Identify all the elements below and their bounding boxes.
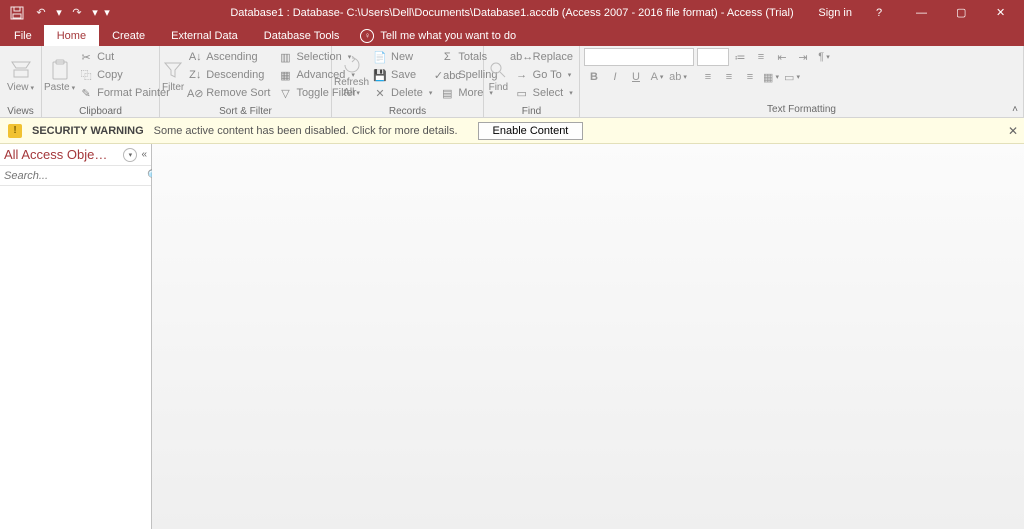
tab-external-data[interactable]: External Data	[158, 25, 251, 46]
sort-desc-icon: Z↓	[188, 68, 202, 82]
goto-button[interactable]: →Go To	[511, 66, 577, 84]
scissors-icon: ✂	[79, 50, 93, 64]
group-views-label: Views	[0, 106, 41, 118]
indent-inc-button[interactable]: ⇥	[793, 48, 813, 66]
gridlines-button[interactable]: ▦	[761, 68, 781, 86]
collapse-ribbon-button[interactable]: ˄	[1010, 102, 1020, 117]
sort-asc-icon: A↓	[188, 50, 202, 64]
group-find-label: Find	[484, 106, 579, 118]
funnel-icon	[162, 59, 184, 81]
tab-create[interactable]: Create	[99, 25, 158, 46]
refresh-icon	[341, 54, 363, 76]
align-left-button[interactable]: ≡	[698, 68, 718, 86]
security-warning-text[interactable]: Some active content has been disabled. C…	[154, 125, 458, 137]
bullets-button[interactable]: ≔	[730, 48, 750, 66]
replace-icon: ab↔	[515, 50, 529, 64]
redo-button[interactable]: ↷	[66, 2, 88, 24]
navpane-collapse-button[interactable]: «	[141, 149, 147, 160]
font-size-combo[interactable]	[697, 48, 729, 66]
tell-me-label: Tell me what you want to do	[380, 30, 516, 42]
italic-button[interactable]: I	[605, 68, 625, 86]
paste-button[interactable]: Paste	[44, 48, 75, 104]
indent-dec-button[interactable]: ⇤	[772, 48, 792, 66]
sigma-icon: Σ	[440, 50, 454, 64]
more-icon: ▤	[440, 86, 454, 100]
enable-content-button[interactable]: Enable Content	[478, 122, 584, 140]
filter-button[interactable]: Filter	[162, 48, 184, 104]
toggle-filter-icon: ▽	[278, 86, 292, 100]
font-color-button[interactable]: A	[647, 68, 667, 86]
tab-file[interactable]: File	[2, 25, 44, 46]
tab-database-tools[interactable]: Database Tools	[251, 25, 353, 46]
cursor-icon: ▭	[515, 86, 529, 100]
restore-button[interactable]: ▢	[944, 0, 984, 25]
document-area	[152, 144, 1024, 529]
quick-access-toolbar: ↶ ▾ ↷ ▾ ▾	[0, 2, 118, 24]
refresh-all-button[interactable]: Refresh All	[334, 48, 369, 104]
numbering-button[interactable]: ≡	[751, 48, 771, 66]
close-button[interactable]: ✕	[984, 0, 1024, 25]
redo-dropdown[interactable]: ▾	[90, 6, 100, 19]
remove-sort-button[interactable]: A⊘Remove Sort	[184, 84, 274, 102]
group-clipboard-label: Clipboard	[42, 106, 159, 118]
new-icon: 📄	[373, 50, 387, 64]
magnifier-icon	[487, 59, 509, 81]
ascending-button[interactable]: A↓Ascending	[184, 48, 274, 66]
navpane-search-input[interactable]	[4, 170, 147, 182]
delete-icon: ✕	[373, 86, 387, 100]
align-center-button[interactable]: ≡	[719, 68, 739, 86]
copy-icon: ⿻	[79, 68, 93, 82]
undo-dropdown[interactable]: ▾	[54, 6, 64, 19]
group-text-formatting-label: Text Formatting	[580, 104, 1023, 118]
save-record-button[interactable]: 💾Save	[369, 66, 436, 84]
title-bar: ↶ ▾ ↷ ▾ ▾ Database1 : Database- C:\Users…	[0, 0, 1024, 25]
navpane-dropdown-icon[interactable]: ▾	[123, 148, 137, 162]
main-area: All Access Obje… ▾ « 🔍	[0, 144, 1024, 529]
arrow-right-icon: →	[515, 68, 529, 82]
security-warning-bar: ! SECURITY WARNING Some active content h…	[0, 118, 1024, 144]
qat-customize[interactable]: ▾	[102, 6, 112, 19]
security-warning-title: SECURITY WARNING	[32, 125, 144, 137]
view-icon	[10, 59, 32, 81]
tell-me-search[interactable]: ♀ Tell me what you want to do	[352, 25, 516, 46]
group-sort-filter-label: Sort & Filter	[160, 106, 331, 118]
fill-color-button[interactable]: ▭	[782, 68, 802, 86]
align-right-button[interactable]: ≡	[740, 68, 760, 86]
msgbar-close-button[interactable]: ✕	[1008, 124, 1018, 138]
view-button[interactable]: View	[2, 48, 39, 104]
undo-button[interactable]: ↶	[30, 2, 52, 24]
sign-in-link[interactable]: Sign in	[806, 0, 864, 25]
underline-button[interactable]: U	[626, 68, 646, 86]
group-records-label: Records	[332, 106, 483, 118]
selection-icon: ▥	[278, 50, 292, 64]
font-combo[interactable]	[584, 48, 694, 66]
warning-icon: !	[8, 124, 22, 138]
navigation-pane: All Access Obje… ▾ « 🔍	[0, 144, 152, 529]
ribbon: View Views Paste ✂Cut ⿻Copy ✎Format Pain…	[0, 46, 1024, 118]
ribbon-tabs: File Home Create External Data Database …	[0, 25, 1024, 46]
find-button[interactable]: Find	[486, 48, 511, 104]
text-direction-button[interactable]: ¶	[814, 48, 834, 66]
remove-sort-icon: A⊘	[188, 86, 202, 100]
new-record-button[interactable]: 📄New	[369, 48, 436, 66]
brush-icon: ✎	[79, 86, 93, 100]
disk-icon: 💾	[373, 68, 387, 82]
navpane-title[interactable]: All Access Obje…	[4, 147, 119, 162]
minimize-button[interactable]: —	[904, 0, 944, 25]
replace-button[interactable]: ab↔Replace	[511, 48, 577, 66]
descending-button[interactable]: Z↓Descending	[184, 66, 274, 84]
advanced-icon: ▦	[278, 68, 292, 82]
bulb-icon: ♀	[360, 29, 374, 43]
help-button[interactable]: ?	[864, 0, 904, 25]
window-title: Database1 : Database- C:\Users\Dell\Docu…	[230, 7, 793, 19]
highlight-button[interactable]: ab	[668, 68, 688, 86]
spelling-icon: ✓abc	[440, 68, 454, 82]
tab-home[interactable]: Home	[44, 25, 99, 46]
delete-record-button[interactable]: ✕Delete	[369, 84, 436, 102]
save-icon[interactable]	[6, 2, 28, 24]
paste-icon	[49, 59, 71, 81]
bold-button[interactable]: B	[584, 68, 604, 86]
select-button[interactable]: ▭Select	[511, 84, 577, 102]
